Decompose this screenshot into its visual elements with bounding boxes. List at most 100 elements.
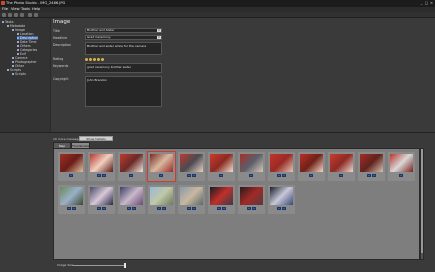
- info-icon[interactable]: [217, 207, 221, 210]
- headline-field[interactable]: Grad Ceremony ▾: [85, 35, 162, 40]
- thumbnail[interactable]: [328, 152, 355, 181]
- info-icon[interactable]: [187, 207, 191, 210]
- info-icon[interactable]: [222, 207, 226, 210]
- star-icon[interactable]: [97, 58, 100, 61]
- info-icon[interactable]: [249, 174, 253, 177]
- thumbnail[interactable]: [147, 151, 176, 182]
- forward-icon[interactable]: [8, 13, 12, 17]
- thumbnail[interactable]: [388, 152, 415, 181]
- tree-bullet-icon: [7, 69, 9, 71]
- star-icon[interactable]: [89, 58, 92, 61]
- copyright-value: John Brandon: [87, 78, 108, 82]
- scrollbar-thumb[interactable]: [421, 149, 423, 253]
- window-title: The Photo Studio - IMG_2486.JPG: [6, 1, 66, 5]
- info-icon[interactable]: [372, 174, 376, 177]
- dropdown-arrow-icon[interactable]: ▾: [157, 29, 161, 32]
- thumbnail-image: [300, 154, 323, 172]
- description-label: Description: [53, 43, 72, 47]
- info-icon[interactable]: [277, 174, 281, 177]
- info-icon[interactable]: [97, 207, 101, 210]
- menu-help[interactable]: Help: [32, 7, 40, 11]
- settings-icon[interactable]: [34, 13, 38, 17]
- menu-view[interactable]: View: [11, 7, 20, 11]
- zoom-slider[interactable]: [73, 263, 126, 268]
- thumbnail[interactable]: [178, 185, 205, 214]
- dropdown-arrow-icon[interactable]: ▾: [157, 36, 161, 39]
- star-icon[interactable]: [101, 58, 104, 61]
- copyright-label: Copyright: [53, 77, 69, 81]
- grid-scrollbar[interactable]: [420, 148, 424, 260]
- keywords-textarea[interactable]: grad ceremony brother sister: [85, 63, 162, 73]
- thumbnail-image: [270, 187, 293, 205]
- info-icon[interactable]: [162, 207, 166, 210]
- info-icon[interactable]: [367, 174, 371, 177]
- up-icon[interactable]: [14, 13, 18, 17]
- rating-stars[interactable]: [85, 58, 105, 61]
- info-icon[interactable]: [157, 207, 161, 210]
- thumbnail-image: [210, 187, 233, 205]
- info-icon[interactable]: [309, 174, 313, 177]
- thumbnail[interactable]: [208, 152, 235, 181]
- thumbnail-image: [120, 187, 143, 205]
- info-icon[interactable]: [399, 174, 403, 177]
- slider-knob-icon[interactable]: [124, 263, 126, 268]
- thumbnail-image: [270, 154, 293, 172]
- thumbnail[interactable]: [148, 185, 175, 214]
- tree-bullet-icon: [12, 29, 14, 31]
- info-icon[interactable]: [219, 174, 223, 177]
- thumbnail[interactable]: [238, 185, 265, 214]
- thumbnail[interactable]: [118, 185, 145, 214]
- info-icon[interactable]: [159, 174, 163, 177]
- info-icon[interactable]: [277, 207, 281, 210]
- description-textarea[interactable]: Brother and sister smile for the camera: [85, 42, 162, 55]
- thumbnail[interactable]: [268, 185, 295, 214]
- thumbnail[interactable]: [88, 185, 115, 214]
- refresh-icon[interactable]: [20, 13, 24, 17]
- thumbnail-image: [330, 154, 353, 172]
- info-icon[interactable]: [339, 174, 343, 177]
- menu-file[interactable]: File: [2, 7, 8, 11]
- info-icon[interactable]: [132, 207, 136, 210]
- tree-bullet-icon: [12, 65, 14, 67]
- thumbnail[interactable]: [88, 152, 115, 181]
- title-field[interactable]: Brother and Sister ▾: [85, 28, 162, 33]
- star-icon[interactable]: [85, 58, 88, 61]
- tree-bullet-icon: [7, 25, 9, 27]
- thumbnail[interactable]: [178, 152, 205, 181]
- info-icon[interactable]: [102, 174, 106, 177]
- info-icon[interactable]: [187, 174, 191, 177]
- info-icon[interactable]: [69, 174, 73, 177]
- close-button[interactable]: ×: [429, 1, 434, 5]
- info-icon[interactable]: [247, 207, 251, 210]
- info-icon[interactable]: [97, 174, 101, 177]
- info-icon[interactable]: [102, 207, 106, 210]
- info-icon[interactable]: [67, 207, 71, 210]
- star-icon[interactable]: [93, 58, 96, 61]
- back-icon[interactable]: [2, 13, 6, 17]
- info-icon[interactable]: [252, 207, 256, 210]
- save-icon[interactable]: [28, 13, 32, 17]
- tree-item-scripts[interactable]: Scripts: [12, 72, 26, 76]
- thumbnail[interactable]: [118, 152, 145, 181]
- info-icon[interactable]: [127, 207, 131, 210]
- info-icon[interactable]: [129, 174, 133, 177]
- info-icon[interactable]: [192, 207, 196, 210]
- tree-bullet-icon: [17, 45, 19, 47]
- thumbnail[interactable]: [58, 185, 85, 214]
- info-icon[interactable]: [72, 207, 76, 210]
- info-icon[interactable]: [192, 174, 196, 177]
- info-icon[interactable]: [282, 207, 286, 210]
- show-details-button[interactable]: Show Details: [79, 136, 113, 141]
- thumbnail[interactable]: [238, 152, 265, 181]
- thumbnail[interactable]: [268, 152, 295, 181]
- thumbnail-image: [90, 187, 113, 205]
- info-icon[interactable]: [282, 174, 286, 177]
- thumbnail[interactable]: [208, 185, 235, 214]
- menu-tools[interactable]: Tools: [21, 7, 30, 11]
- thumbnail-image: [180, 187, 203, 205]
- thumbnail[interactable]: [298, 152, 325, 181]
- thumbnail[interactable]: [358, 152, 385, 181]
- thumbnail[interactable]: [58, 152, 85, 181]
- copyright-textarea[interactable]: John Brandon: [85, 76, 162, 107]
- title-bar: The Photo Studio - IMG_2486.JPG _ □ ×: [0, 0, 435, 7]
